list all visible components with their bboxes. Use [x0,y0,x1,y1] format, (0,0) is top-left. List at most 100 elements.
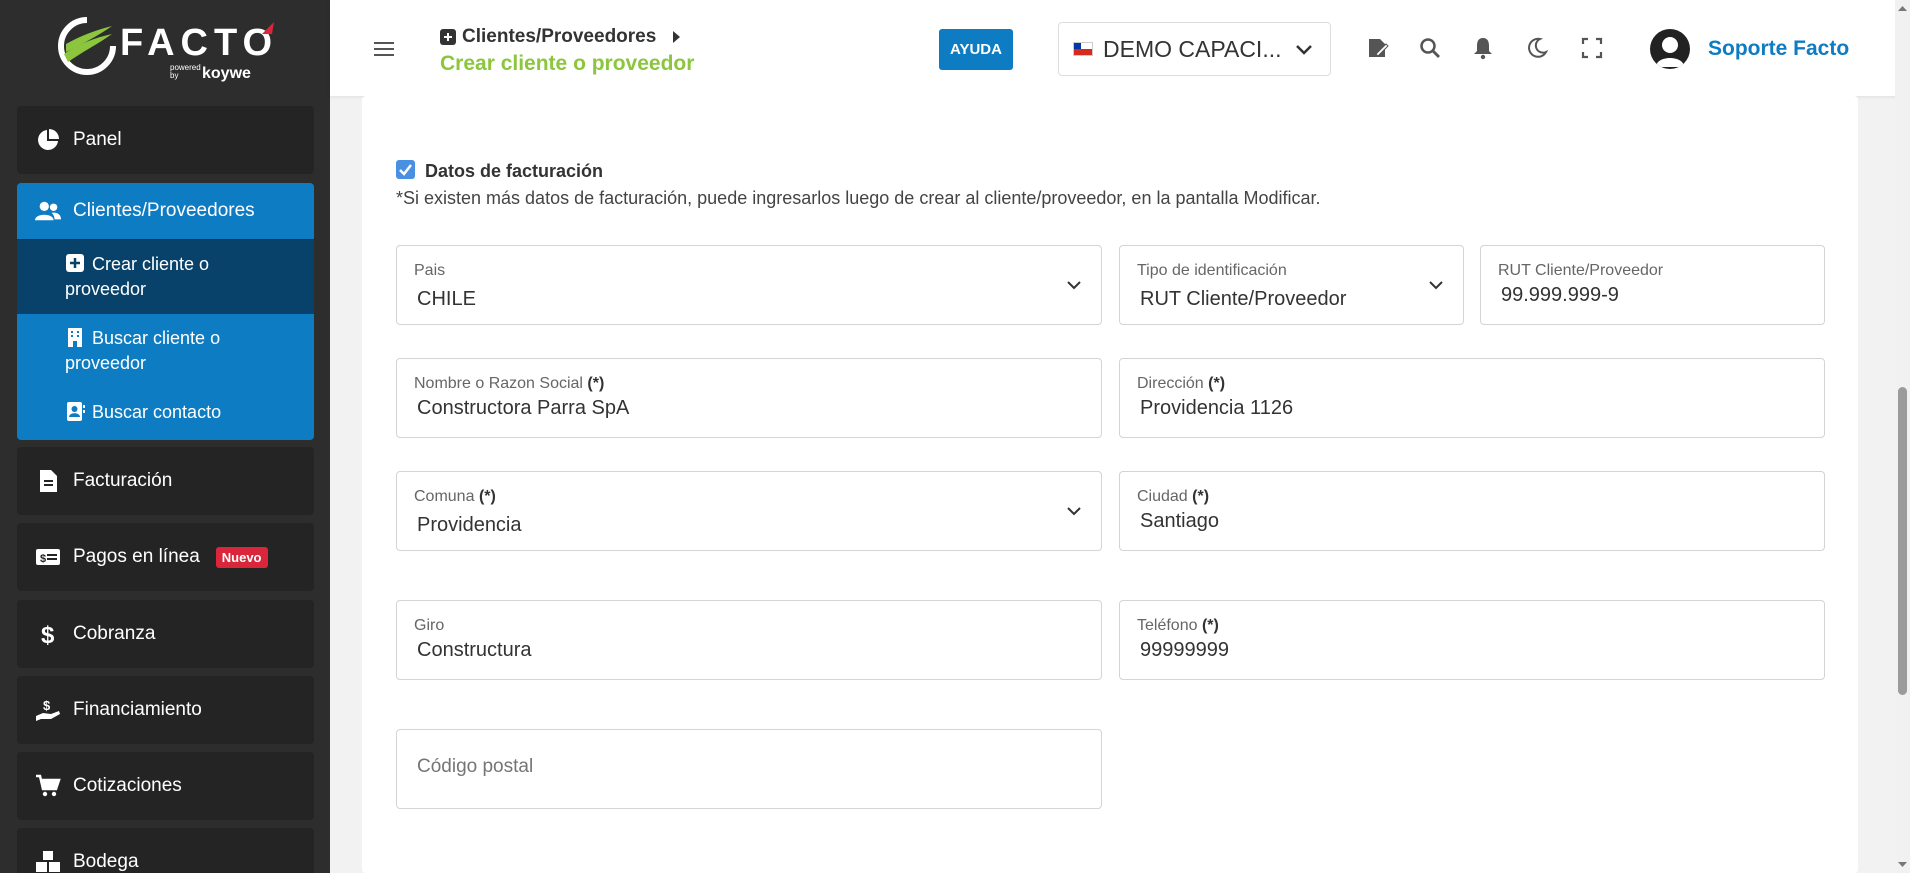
logo-wordmark: FACTO [120,22,279,64]
sidebar-item-label: Facturación [73,470,173,491]
scrollbar-thumb[interactable] [1898,387,1907,695]
sidebar-item-label: Clientes/Proveedores [73,200,255,221]
label-text: Ciudad [1137,488,1188,505]
sidebar-item-cobranza[interactable]: $ Cobranza [17,600,314,668]
breadcrumb: Clientes/Proveedores [440,26,682,48]
commune-select[interactable]: Comuna (*) Providencia [396,471,1102,551]
field-label: Ciudad (*) [1137,488,1209,506]
sidebar-item-clientes-proveedores[interactable]: Clientes/Proveedores [17,183,314,239]
caret-right-icon [673,31,681,43]
logo-powered-text: powered by [170,63,201,80]
page-scrollbar[interactable] [1895,0,1910,873]
city-input[interactable] [1140,510,1704,533]
sidebar-item-label: Bodega [73,851,139,872]
breadcrumb-parent[interactable]: Clientes/Proveedores [462,26,656,48]
bell-icon[interactable] [1471,36,1495,60]
logo-brand-text: koywe [202,65,251,82]
sidebar: FACTO powered by koywe Panel Clientes/Pro… [0,0,330,873]
company-name: DEMO CAPACI... [1103,35,1282,62]
pie-chart-icon [35,127,61,153]
top-header: Clientes/Proveedores Crear cliente o pro… [330,0,1910,96]
field-label: Tipo de identificación [1137,262,1287,279]
user-name[interactable]: Soporte Facto [1708,37,1849,61]
sidebar-item-financiamiento[interactable]: $ Financiamiento [17,676,314,744]
field-label: Teléfono (*) [1137,617,1219,635]
label-text: Nombre o Razon Social [414,375,583,392]
building-icon [68,328,82,347]
address-input[interactable] [1140,397,1704,420]
billing-data-checkbox[interactable] [396,160,415,179]
business-activity-field[interactable]: Giro [396,600,1102,680]
logo-accent-icon [262,22,274,34]
plus-square-icon [66,254,84,272]
search-icon[interactable] [1418,36,1442,60]
rut-input[interactable] [1501,284,1776,307]
contact-card-icon [67,402,85,421]
dollar-icon: $ [35,621,61,647]
submenu-item-crear[interactable]: Crear cliente o proveedor [17,240,314,314]
plus-square-icon [440,29,456,45]
chevron-down-icon [1429,281,1443,290]
postal-code-input[interactable] [417,756,981,778]
edit-document-icon[interactable] [1366,36,1390,60]
clientes-submenu: Crear cliente o proveedor Buscar cliente… [17,240,314,440]
field-label: RUT Cliente/Proveedor [1498,262,1664,279]
billing-note: *Si existen más datos de facturación, pu… [396,188,1321,208]
phone-input[interactable] [1140,639,1704,662]
postal-code-field[interactable] [396,729,1102,809]
business-activity-input[interactable] [417,639,981,662]
field-label: Giro [414,617,445,634]
hand-holding-dollar-icon: $ [35,697,61,723]
sidebar-item-cotizaciones[interactable]: Cotizaciones [17,752,314,820]
sidebar-item-label: Financiamiento [73,699,202,720]
sidebar-item-label: Cobranza [73,623,156,644]
scroll-down-icon[interactable] [1895,859,1910,871]
required-mark: (*) [1192,488,1210,505]
sidebar-item-label: Cotizaciones [73,775,182,796]
help-button[interactable]: AYUDA [939,29,1013,70]
submenu-item-label: Buscar cliente o proveedor [65,328,221,373]
submenu-item-buscar[interactable]: Buscar cliente o proveedor [17,326,314,376]
sidebar-item-label: Pagos en línea [73,546,200,567]
id-type-value: RUT Cliente/Proveedor [1140,288,1347,310]
city-field[interactable]: Ciudad (*) [1119,471,1825,551]
business-name-input[interactable] [417,397,981,420]
sidebar-item-pagos-en-linea[interactable]: $ Pagos en línea Nuevo [17,523,314,591]
company-selector[interactable]: DEMO CAPACI... [1058,22,1331,76]
label-text: Comuna [414,488,475,505]
field-label: Comuna (*) [414,488,496,506]
sidebar-item-panel[interactable]: Panel [17,106,314,174]
avatar[interactable] [1650,29,1690,69]
rut-field[interactable]: RUT Cliente/Proveedor [1480,245,1825,325]
commune-value: Providencia [417,514,522,536]
scroll-up-icon[interactable] [1895,2,1910,14]
fullscreen-icon[interactable] [1580,36,1604,60]
field-label: Pais [414,262,446,279]
submenu-item-buscar-contacto[interactable]: Buscar contacto [17,400,314,425]
chevron-down-icon [1296,45,1312,55]
required-mark: (*) [587,375,605,392]
chevron-down-icon [1067,507,1081,516]
field-label: Dirección (*) [1137,375,1225,393]
menu-toggle-icon[interactable] [374,40,396,58]
svg-text:$: $ [40,553,46,565]
business-name-field[interactable]: Nombre o Razon Social (*) [396,358,1102,438]
billing-data-label: Datos de facturación [425,161,604,181]
address-field[interactable]: Dirección (*) [1119,358,1825,438]
boxes-icon [35,849,61,873]
new-badge: Nuevo [215,546,268,568]
facto-logo[interactable]: FACTO powered by koywe [58,16,278,82]
submenu-item-label: Buscar contacto [92,402,222,422]
sidebar-item-label: Panel [73,129,122,150]
sidebar-item-facturacion[interactable]: Facturación [17,447,314,515]
users-icon [35,198,61,224]
page-title: Crear cliente o proveedor [440,52,695,75]
moon-icon[interactable] [1525,36,1549,60]
phone-field[interactable]: Teléfono (*) [1119,600,1825,680]
facto-logo-icon [58,17,116,75]
shopping-cart-icon [35,773,61,799]
id-type-select[interactable]: Tipo de identificación RUT Cliente/Prove… [1119,245,1464,325]
country-select[interactable]: Pais CHILE [396,245,1102,325]
sidebar-item-bodega[interactable]: Bodega [17,828,314,873]
document-icon [35,468,61,494]
